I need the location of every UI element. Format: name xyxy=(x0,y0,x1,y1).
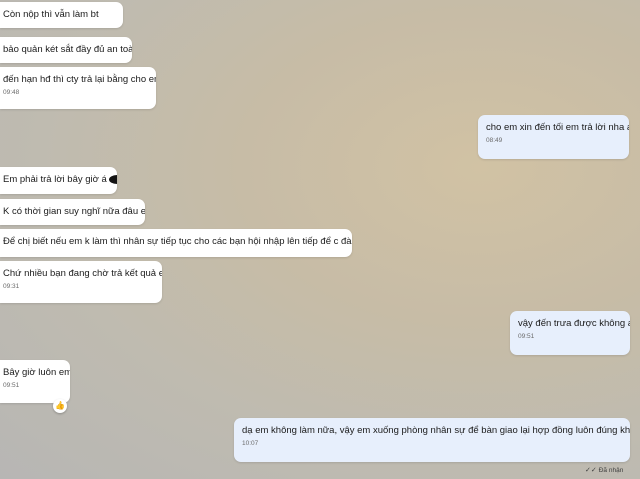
incoming-message[interactable]: K có thời gian suy nghĩ nữa đâu em xyxy=(0,199,145,225)
message-time: 09:51 xyxy=(518,333,535,340)
delivery-status-label: Đã nhận xyxy=(598,466,624,474)
message-text: dạ em không làm nữa, vậy em xuống phòng … xyxy=(242,425,630,436)
message-text: đến hạn hđ thì cty trả lại bằng cho em xyxy=(3,74,156,85)
double-check-icon: ✓✓ xyxy=(585,467,597,474)
message-time: 09:31 xyxy=(3,283,20,290)
message-text: Bây giờ luôn em xyxy=(3,367,70,378)
message-text: cho em xin đến tối em trả lời nha a xyxy=(486,122,629,133)
message-text: bảo quản két sắt đầy đủ an toàn xyxy=(3,44,132,55)
message-text: Chứ nhiều bạn đang chờ trả kết quả em xyxy=(3,268,162,279)
message-text: Em phải trả lời bây giờ á xyxy=(3,174,107,185)
outgoing-message[interactable]: cho em xin đến tối em trả lời nha a 08:4… xyxy=(478,115,629,159)
thumbs-up-icon[interactable]: 👍 xyxy=(53,399,67,413)
message-text: Để chị biết nếu em k làm thì nhân sự tiế… xyxy=(3,236,352,247)
redaction-mark xyxy=(108,174,117,184)
outgoing-message[interactable]: dạ em không làm nữa, vậy em xuống phòng … xyxy=(234,418,630,462)
message-text: Còn nộp thì vẫn làm bt xyxy=(3,9,99,20)
incoming-message[interactable]: Để chị biết nếu em k làm thì nhân sự tiế… xyxy=(0,229,352,257)
message-time: 09:51 xyxy=(3,382,20,389)
message-time: 08:49 xyxy=(486,137,503,144)
incoming-message[interactable]: đến hạn hđ thì cty trả lại bằng cho em 0… xyxy=(0,67,156,109)
message-text: K có thời gian suy nghĩ nữa đâu em xyxy=(3,206,145,217)
message-time: 09:48 xyxy=(3,89,20,96)
incoming-message[interactable]: Còn nộp thì vẫn làm bt xyxy=(0,2,123,28)
incoming-message[interactable]: Em phải trả lời bây giờ á xyxy=(0,167,117,194)
incoming-message[interactable]: Bây giờ luôn em 09:51 xyxy=(0,360,70,403)
incoming-message[interactable]: bảo quản két sắt đầy đủ an toàn xyxy=(0,37,132,63)
incoming-message[interactable]: Chứ nhiều bạn đang chờ trả kết quả em 09… xyxy=(0,261,162,303)
message-time: 10:07 xyxy=(242,440,259,447)
outgoing-message[interactable]: vậy đến trưa được không a 09:51 xyxy=(510,311,630,355)
delivery-status: ✓✓ Đã nhận xyxy=(585,466,624,475)
message-text: vậy đến trưa được không a xyxy=(518,318,630,329)
